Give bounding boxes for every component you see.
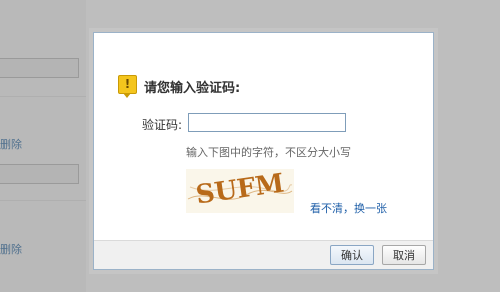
captcha-field-label: 验证码: <box>142 118 183 132</box>
captcha-hint: 输入下图中的字符，不区分大小写 <box>186 146 351 159</box>
dialog-footer: 确认 取消 <box>94 240 433 269</box>
warning-icon: ! <box>118 75 137 98</box>
captcha-input[interactable] <box>188 113 346 132</box>
captcha-dialog: ! 请您输入验证码: 验证码: 输入下图中的字符，不区分大小写 SUFM 看不清… <box>93 32 434 270</box>
cancel-button[interactable]: 取消 <box>382 245 426 265</box>
dialog-prompt: 请您输入验证码: <box>144 81 241 96</box>
captcha-image[interactable]: SUFM <box>186 169 294 213</box>
confirm-button[interactable]: 确认 <box>330 245 374 265</box>
refresh-captcha-link[interactable]: 看不清，换一张 <box>310 200 387 216</box>
